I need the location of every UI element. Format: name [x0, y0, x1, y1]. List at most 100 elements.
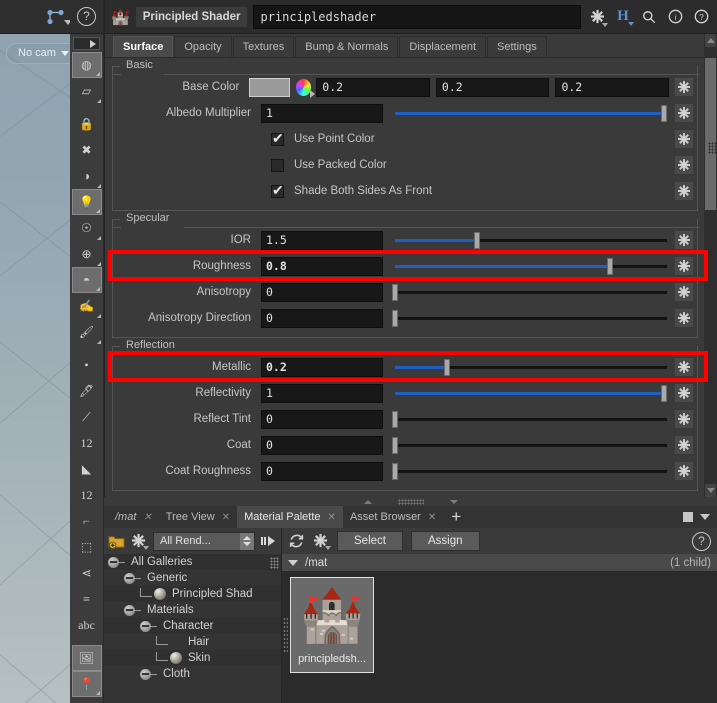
parameter-gear-icon[interactable]	[675, 358, 693, 376]
tab-surface[interactable]: Surface	[113, 36, 173, 57]
tree-item-hair[interactable]: Hair	[104, 634, 281, 650]
tree-item-cloth[interactable]: Cloth	[104, 666, 281, 682]
brush-icon[interactable]: 🖋	[72, 378, 102, 404]
color-swatch[interactable]	[249, 78, 289, 97]
palette-path-bar[interactable]: /mat (1 child)	[282, 554, 717, 571]
slider-anisotropy[interactable]	[395, 283, 667, 302]
tree-collapse-icon[interactable]	[140, 621, 151, 632]
close-icon[interactable]: ✕	[328, 512, 336, 523]
slider-knob[interactable]	[392, 463, 398, 480]
splitter-down-icon[interactable]	[450, 500, 458, 504]
tab-textures[interactable]: Textures	[233, 36, 295, 57]
slider-anisotropy-direction[interactable]	[395, 309, 667, 328]
new-folder-icon[interactable]	[108, 534, 125, 549]
slider-reflect-tint[interactable]	[395, 410, 667, 429]
help-icon[interactable]: ?	[77, 7, 96, 26]
location-pin-icon[interactable]: 📍	[72, 671, 102, 697]
slider-knob[interactable]	[392, 411, 398, 428]
viewport-3d[interactable]	[0, 34, 70, 703]
color-channel-1[interactable]: 0.2	[436, 78, 550, 97]
material-card[interactable]: 🏰 principledsh...	[290, 577, 374, 673]
houdini-h-icon[interactable]: H	[613, 7, 633, 27]
tree-collapse-icon[interactable]	[124, 605, 135, 616]
parameter-gear-icon[interactable]	[675, 283, 693, 301]
slider-knob[interactable]	[661, 385, 667, 402]
scroll-up-button[interactable]	[705, 34, 716, 47]
bottom-tab-asset-browser[interactable]: Asset Browser✕	[343, 506, 443, 528]
bottom-tab-material-palette[interactable]: Material Palette✕	[237, 506, 343, 528]
pane-menu-icon[interactable]	[700, 514, 710, 520]
expand-right-icon[interactable]	[261, 534, 277, 548]
close-icon[interactable]: ✕	[428, 512, 436, 523]
color-channel-0[interactable]: 0.2	[316, 78, 430, 97]
bottom-pane-tabs[interactable]: /mat✕Tree View✕Material Palette✕Asset Br…	[104, 506, 717, 528]
tree-item-generic[interactable]: Generic	[104, 570, 281, 586]
slider-albedo-multiplier[interactable]	[395, 104, 667, 123]
node-name-input[interactable]: principledshader	[253, 5, 581, 29]
grid-points-icon[interactable]: ⬚	[72, 534, 102, 560]
scroll-down-button[interactable]	[705, 484, 716, 497]
value-field-reflectivity[interactable]: 1	[261, 384, 383, 403]
tree-item-principled-shad[interactable]: Principled Shad	[104, 586, 281, 602]
tree-resize-grip[interactable]	[270, 557, 279, 569]
value-field-roughness[interactable]: 0.8	[261, 257, 383, 276]
parameter-gear-icon[interactable]	[675, 436, 693, 454]
tree-item-materials[interactable]: Materials	[104, 602, 281, 618]
palette-body[interactable]: 🏰 principledsh...	[282, 571, 717, 703]
tree-item-character[interactable]: Character	[104, 618, 281, 634]
gear-icon[interactable]	[131, 533, 147, 549]
close-icon[interactable]: ✕	[143, 512, 151, 523]
assign-button[interactable]: Assign	[411, 531, 480, 551]
slider-coat-roughness[interactable]	[395, 462, 667, 481]
tree-collapse-icon[interactable]	[140, 669, 151, 680]
add-tab-button[interactable]: +	[443, 509, 469, 525]
ghost-light-icon[interactable]: ✖	[72, 137, 102, 163]
slider-reflectivity[interactable]	[395, 384, 667, 403]
parameter-gear-icon[interactable]	[675, 156, 693, 174]
value-field-coat[interactable]: 0	[261, 436, 383, 455]
gallery-filter-select[interactable]: All Rend...	[153, 532, 255, 551]
color-channel-2[interactable]: 0.2	[555, 78, 669, 97]
text-abc-icon[interactable]: abc	[72, 612, 102, 638]
parameter-gear-icon[interactable]	[675, 309, 693, 327]
slider-ior[interactable]	[395, 231, 667, 250]
camera-selector[interactable]: No cam	[6, 43, 79, 64]
tab-displacement[interactable]: Displacement	[399, 36, 486, 57]
search-icon[interactable]	[639, 7, 659, 27]
scrollbar-thumb[interactable]	[705, 58, 716, 210]
value-field-albedo-multiplier[interactable]: 1	[261, 104, 383, 123]
parameter-gear-icon[interactable]	[675, 104, 693, 122]
slider-knob[interactable]	[444, 359, 450, 376]
value-field-metallic[interactable]: 0.2	[261, 358, 383, 377]
light-bulb-icon[interactable]: 💡	[72, 189, 102, 215]
measure-icon[interactable]: ≡	[72, 586, 102, 612]
color-wheel-icon[interactable]	[296, 79, 312, 96]
value-field-anisotropy[interactable]: 0	[261, 283, 383, 302]
slider-metallic[interactable]	[395, 358, 667, 377]
point-light-icon[interactable]: ☉	[72, 215, 102, 241]
select-button[interactable]: Select	[337, 531, 403, 551]
slider-coat[interactable]	[395, 436, 667, 455]
slider-knob[interactable]	[474, 232, 480, 249]
image-plane-icon[interactable]: 🖼	[72, 645, 102, 671]
bottom-tab-tree-view[interactable]: Tree View✕	[159, 506, 237, 528]
slider-knob[interactable]	[392, 437, 398, 454]
value-field-reflect-tint[interactable]: 0	[261, 410, 383, 429]
tree-item-skin[interactable]: Skin	[104, 650, 281, 666]
paint-bucket-icon[interactable]: 🖌	[72, 319, 102, 345]
shelf-expand-bar[interactable]	[73, 37, 100, 50]
tab-settings[interactable]: Settings	[487, 36, 547, 57]
parameter-gear-icon[interactable]	[675, 231, 693, 249]
parameter-tabs[interactable]: SurfaceOpacityTexturesBump & NormalsDisp…	[105, 34, 717, 58]
palette-left-grip[interactable]	[283, 617, 288, 653]
tree-collapse-icon[interactable]	[124, 573, 135, 584]
gallery-filter-spinner[interactable]	[240, 533, 254, 550]
info-icon[interactable]: i	[665, 7, 685, 27]
value-field-anisotropy-direction[interactable]: 0	[261, 309, 383, 328]
parameter-gear-icon[interactable]	[675, 462, 693, 480]
parameter-gear-icon[interactable]	[675, 182, 693, 200]
paint-fill-icon[interactable]: ◣	[72, 456, 102, 482]
view-select-icon[interactable]: ◍	[72, 52, 102, 78]
collapse-triangle-icon[interactable]	[288, 560, 298, 566]
tree-collapse-icon[interactable]	[108, 557, 119, 568]
